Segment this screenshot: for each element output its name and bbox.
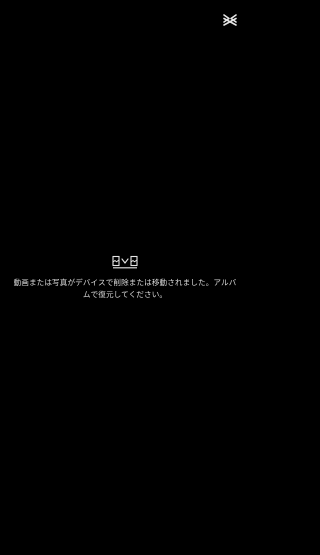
empty-state: 動画または写真がデバイスで削除または移動されました。アルバムで復元してください。 bbox=[0, 255, 250, 301]
missing-media-icon bbox=[112, 255, 138, 269]
top-bar bbox=[220, 10, 240, 30]
missing-media-message: 動画または写真がデバイスで削除または移動されました。アルバムで復元してください。 bbox=[13, 278, 237, 299]
capcut-logo-icon[interactable] bbox=[222, 12, 238, 28]
